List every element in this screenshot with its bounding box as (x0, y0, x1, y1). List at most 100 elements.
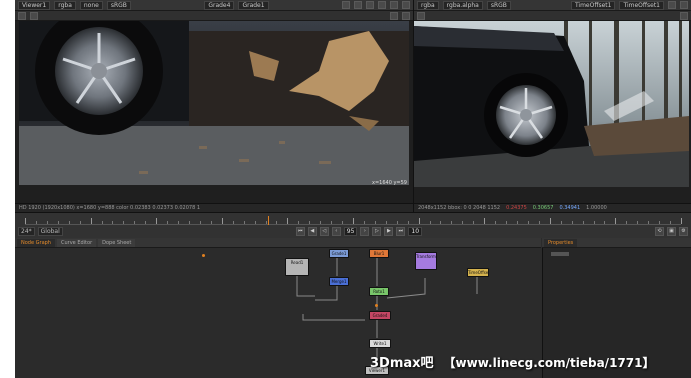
settings-icon[interactable]: ⚙ (679, 227, 688, 236)
watermark-brand: 3Dmax吧 (370, 356, 434, 371)
timeline-tick (538, 221, 540, 224)
timeline-tick (298, 221, 300, 224)
input-b-dropdown[interactable]: TimeOffset1 (619, 0, 664, 10)
watermark-url: 【www.linecg.com/tieba/1771】 (443, 356, 655, 370)
prev-keyframe-button[interactable]: ◀ (307, 227, 317, 236)
first-frame-button[interactable]: ⏮ (295, 227, 305, 236)
layer-dropdown[interactable]: rgba.alpha (442, 0, 483, 10)
node-transform1[interactable]: Transform1 (415, 252, 437, 270)
gamma-icon[interactable] (354, 1, 362, 9)
node-blur1[interactable]: Blur1 (369, 249, 389, 258)
pixel-red-value: 0.24375 (506, 205, 527, 211)
play-backward-button[interactable]: ◁ (319, 227, 329, 236)
left-viewer-status: HD 1920 (1920x1080) x=1680 y=888 color 0… (15, 203, 413, 212)
frame-ruler[interactable] (25, 216, 682, 225)
timeline-tick (79, 221, 81, 224)
channels-dropdown[interactable]: rgba (54, 0, 76, 10)
timeline-tick (615, 218, 617, 224)
clip-warning-icon[interactable] (366, 1, 374, 9)
tab-curve-editor[interactable]: Curve Editor (56, 239, 97, 247)
timeline-tick (167, 221, 169, 224)
node-timeoffset1[interactable]: TimeOffset1 (467, 268, 489, 277)
roi-icon[interactable] (378, 1, 386, 9)
properties-panel-tabs: Properties (542, 238, 691, 248)
dot-node[interactable] (375, 304, 378, 307)
gain-icon[interactable] (342, 1, 350, 9)
left-viewer-image[interactable] (19, 21, 409, 185)
watermark: 3Dmax吧 【www.linecg.com/tieba/1771】 (370, 352, 654, 371)
pixel-green-value: 0.30657 (532, 205, 554, 211)
fps-dropdown[interactable]: 24* (18, 227, 35, 236)
timeline-tick (145, 221, 147, 224)
timeline-tick (342, 221, 344, 224)
tab-dope-sheet[interactable]: Dope Sheet (98, 239, 136, 247)
last-frame-button[interactable]: ⏭ (396, 227, 406, 236)
loop-icon[interactable]: ⟲ (655, 227, 664, 236)
right-viewer: rgba rgba.alpha sRGB TimeOffset1 TimeOff… (414, 0, 691, 212)
timeline-tick (462, 221, 464, 224)
tab-node-graph[interactable]: Node Graph (17, 239, 55, 247)
pause-icon[interactable] (680, 11, 688, 20)
lock-icon[interactable] (390, 1, 398, 9)
refresh-icon[interactable] (390, 11, 398, 20)
grid-icon[interactable] (680, 1, 688, 9)
node-read1[interactable]: Read1 (285, 258, 309, 276)
colorspace-dropdown[interactable]: sRGB (486, 0, 511, 10)
pause-icon[interactable] (402, 11, 410, 20)
frame-increment-field[interactable]: 10 (408, 227, 423, 236)
node-grade1[interactable]: Grade1 (329, 249, 349, 258)
timeline-tick (101, 221, 103, 224)
timeline-tick (549, 218, 551, 224)
cache-icon[interactable]: ▣ (667, 227, 676, 236)
timeline-tick (243, 221, 245, 224)
timeline-tick (659, 221, 661, 224)
range-mode-dropdown[interactable]: Global (37, 227, 63, 236)
proxy-icon[interactable] (30, 11, 38, 20)
timeline-tick (604, 221, 606, 224)
timeline-tick (265, 221, 267, 224)
car-wheel-plate-image (19, 21, 409, 185)
timeline-tick (276, 221, 278, 224)
timeline-tick (134, 221, 136, 224)
timeline-tick (418, 218, 420, 224)
input-b-dropdown[interactable]: Grade1 (238, 0, 269, 10)
node-grade4[interactable]: Grade4 (369, 311, 391, 320)
playback-controls: 24* Global ⏮ ◀ ◁ ‹ 95 › ▷ ▶ ⏭ 10 ⟲ ▣ ⚙ (18, 227, 688, 236)
timeline-tick (582, 221, 584, 224)
layer-dropdown[interactable]: none (79, 0, 103, 10)
right-viewer-image[interactable] (414, 21, 689, 187)
grid-icon[interactable] (402, 1, 410, 9)
zoom-icon[interactable] (18, 11, 26, 20)
node-roto1[interactable]: Roto1 (369, 287, 389, 296)
current-frame-field[interactable]: 95 (343, 227, 358, 236)
node-write1[interactable]: Write1 (369, 339, 391, 348)
timeline-tick (637, 221, 639, 224)
gain-icon[interactable] (668, 1, 676, 9)
right-viewer-subtoolbar (414, 11, 691, 21)
properties-toolbar[interactable] (551, 252, 569, 256)
timeline-tick (178, 221, 180, 224)
timeline-tick (593, 221, 595, 224)
channels-dropdown[interactable]: rgba (417, 0, 439, 10)
timeline-tick (254, 221, 256, 224)
tab-properties[interactable]: Properties (544, 239, 578, 247)
timeline-tick (506, 221, 508, 224)
left-status-text: HD 1920 (1920x1080) x=1680 y=888 color 0… (19, 205, 201, 211)
timeline-tick (648, 221, 650, 224)
timeline-tick (199, 221, 201, 224)
play-forward-button[interactable]: ▷ (372, 227, 382, 236)
next-keyframe-button[interactable]: ▶ (384, 227, 394, 236)
input-a-dropdown[interactable]: Grade4 (204, 0, 235, 10)
playhead[interactable] (267, 216, 269, 225)
timeline-tick (363, 221, 365, 224)
prev-frame-button[interactable]: ‹ (331, 227, 341, 236)
dot-node[interactable] (202, 254, 205, 257)
input-a-dropdown[interactable]: TimeOffset1 (570, 0, 616, 10)
node-merge1[interactable]: Merge1 (329, 277, 349, 286)
colorspace-dropdown[interactable]: sRGB (106, 0, 131, 10)
timeline-tick (90, 218, 92, 224)
timeline-tick (287, 218, 289, 224)
next-frame-button[interactable]: › (360, 227, 370, 236)
viewer-tab-label[interactable]: Viewer1 (18, 0, 51, 10)
zoom-icon[interactable] (417, 11, 425, 20)
